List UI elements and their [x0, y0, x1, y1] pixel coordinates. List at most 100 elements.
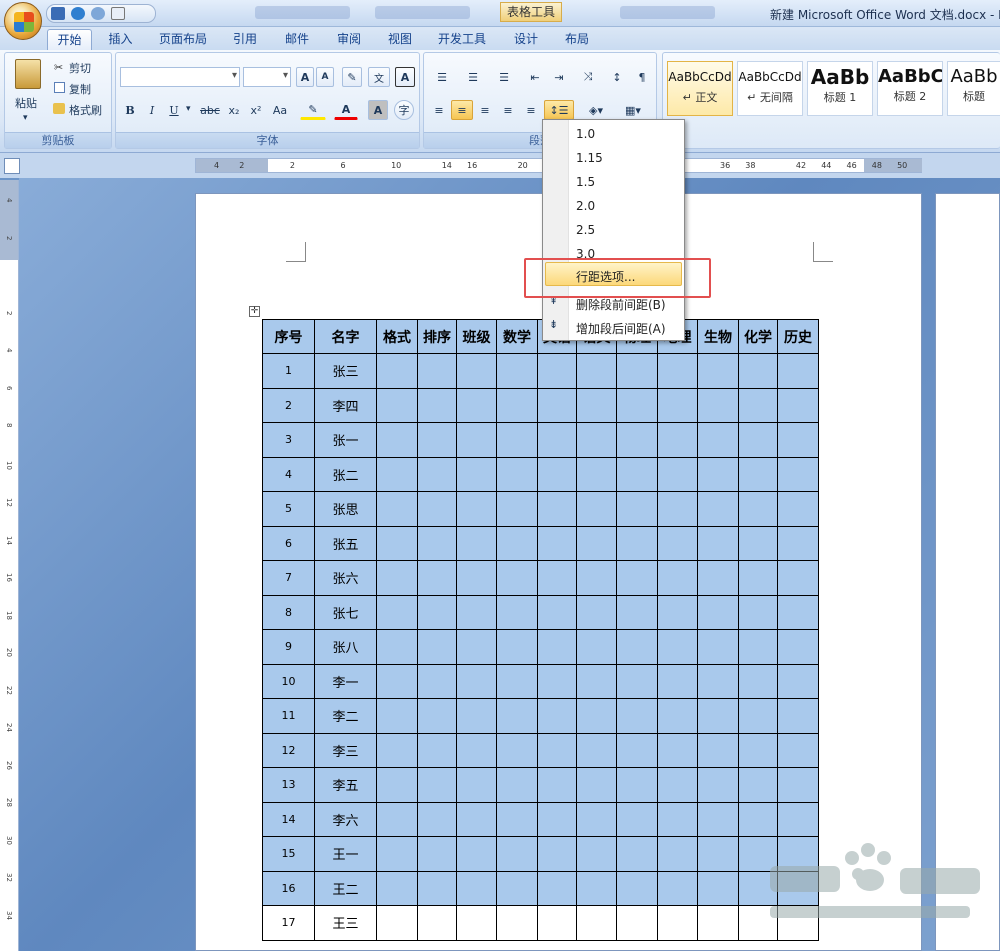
align-left-icon[interactable]: ≡ [428, 100, 450, 120]
tab-view[interactable]: 视图 [379, 29, 421, 50]
empty-cell[interactable] [496, 905, 538, 941]
empty-cell[interactable] [576, 491, 617, 527]
empty-cell[interactable] [496, 353, 538, 389]
empty-cell[interactable] [697, 387, 739, 423]
row-number-cell[interactable]: 12 [262, 732, 315, 768]
empty-cell[interactable] [376, 732, 418, 768]
font-name-select[interactable] [120, 67, 240, 87]
column-header[interactable]: 历史 [777, 319, 819, 354]
column-header[interactable]: 数学 [496, 319, 538, 354]
empty-cell[interactable] [417, 801, 457, 837]
empty-cell[interactable] [376, 870, 418, 906]
tab-page-layout[interactable]: 页面布局 [152, 29, 214, 50]
empty-cell[interactable] [376, 594, 418, 630]
tab-insert[interactable]: 插入 [98, 29, 143, 50]
menu-item-2-0[interactable]: 2.0 [576, 199, 595, 213]
empty-cell[interactable] [657, 491, 698, 527]
empty-cell[interactable] [697, 836, 739, 872]
empty-cell[interactable] [417, 870, 457, 906]
empty-cell[interactable] [537, 698, 577, 734]
empty-cell[interactable] [576, 663, 617, 699]
office-button[interactable] [4, 2, 42, 40]
name-cell[interactable]: 李一 [314, 663, 377, 699]
empty-cell[interactable] [657, 387, 698, 423]
name-cell[interactable]: 张八 [314, 629, 377, 665]
table-row[interactable]: 11 李二 [262, 698, 819, 734]
empty-cell[interactable] [537, 767, 577, 803]
empty-cell[interactable] [537, 629, 577, 665]
row-number-cell[interactable]: 15 [262, 836, 315, 872]
empty-cell[interactable] [657, 456, 698, 492]
vertical-ruler[interactable]: 4 2 2 4 6 8 10 12 14 16 18 20 22 24 26 28 30 32 34 [0, 180, 19, 951]
empty-cell[interactable] [738, 594, 778, 630]
empty-cell[interactable] [697, 422, 739, 458]
copy-button[interactable]: 复制 [69, 81, 91, 97]
empty-cell[interactable] [376, 801, 418, 837]
name-cell[interactable]: 李六 [314, 801, 377, 837]
empty-cell[interactable] [697, 456, 739, 492]
row-number-cell[interactable]: 17 [262, 905, 315, 941]
empty-cell[interactable] [738, 629, 778, 665]
empty-cell[interactable] [576, 422, 617, 458]
empty-cell[interactable] [777, 387, 819, 423]
tab-design[interactable]: 设计 [505, 29, 547, 50]
row-number-cell[interactable]: 10 [262, 663, 315, 699]
superscript-button[interactable]: x² [246, 100, 266, 120]
strikethrough-button[interactable]: abc [198, 100, 222, 120]
empty-cell[interactable] [537, 663, 577, 699]
empty-cell[interactable] [697, 629, 739, 665]
table-row[interactable]: 6 张五 [262, 525, 819, 561]
row-number-cell[interactable]: 8 [262, 594, 315, 630]
tab-layout[interactable]: 布局 [556, 29, 598, 50]
row-number-cell[interactable]: 6 [262, 525, 315, 561]
empty-cell[interactable] [777, 491, 819, 527]
empty-cell[interactable] [376, 422, 418, 458]
format-painter-button[interactable]: 格式刷 [69, 102, 102, 118]
empty-cell[interactable] [496, 560, 538, 596]
numbering-icon[interactable]: ☰ [459, 67, 487, 87]
name-cell[interactable]: 李四 [314, 387, 377, 423]
tab-home[interactable]: 开始 [47, 29, 92, 50]
empty-cell[interactable] [417, 732, 457, 768]
tab-developer[interactable]: 开发工具 [430, 29, 494, 50]
empty-cell[interactable] [576, 905, 617, 941]
grow-font-icon[interactable]: A [296, 67, 314, 87]
row-number-cell[interactable]: 3 [262, 422, 315, 458]
empty-cell[interactable] [456, 663, 497, 699]
empty-cell[interactable] [456, 870, 497, 906]
empty-cell[interactable] [616, 732, 658, 768]
empty-cell[interactable] [496, 422, 538, 458]
empty-cell[interactable] [616, 629, 658, 665]
empty-cell[interactable] [537, 836, 577, 872]
empty-cell[interactable] [456, 732, 497, 768]
style-normal[interactable]: AaBbCcDd ↵ 正文 [667, 61, 733, 116]
empty-cell[interactable] [738, 525, 778, 561]
empty-cell[interactable] [777, 801, 819, 837]
increase-indent-icon[interactable]: ⇥ [548, 67, 570, 87]
clear-format-icon[interactable]: ✎ [342, 67, 362, 87]
empty-cell[interactable] [738, 387, 778, 423]
underline-button[interactable]: U [164, 100, 184, 120]
column-header[interactable]: 班级 [456, 319, 497, 354]
show-marks-icon[interactable]: ¶ [632, 67, 652, 87]
empty-cell[interactable] [777, 525, 819, 561]
empty-cell[interactable] [496, 870, 538, 906]
add-space-after-item[interactable]: 增加段后间距(A) [576, 320, 666, 337]
name-cell[interactable]: 张七 [314, 594, 377, 630]
empty-cell[interactable] [738, 422, 778, 458]
table-row[interactable]: 12 李三 [262, 732, 819, 768]
empty-cell[interactable] [376, 767, 418, 803]
empty-cell[interactable] [496, 594, 538, 630]
empty-cell[interactable] [537, 525, 577, 561]
empty-cell[interactable] [657, 836, 698, 872]
empty-cell[interactable] [576, 732, 617, 768]
empty-cell[interactable] [738, 663, 778, 699]
column-header[interactable]: 名字 [314, 319, 377, 354]
paste-icon[interactable] [15, 59, 41, 89]
tab-selector-icon[interactable] [4, 158, 20, 174]
empty-cell[interactable] [616, 525, 658, 561]
empty-cell[interactable] [417, 387, 457, 423]
change-case-button[interactable]: Aa [268, 100, 292, 120]
table-move-handle-icon[interactable]: ✛ [249, 306, 260, 317]
empty-cell[interactable] [496, 698, 538, 734]
